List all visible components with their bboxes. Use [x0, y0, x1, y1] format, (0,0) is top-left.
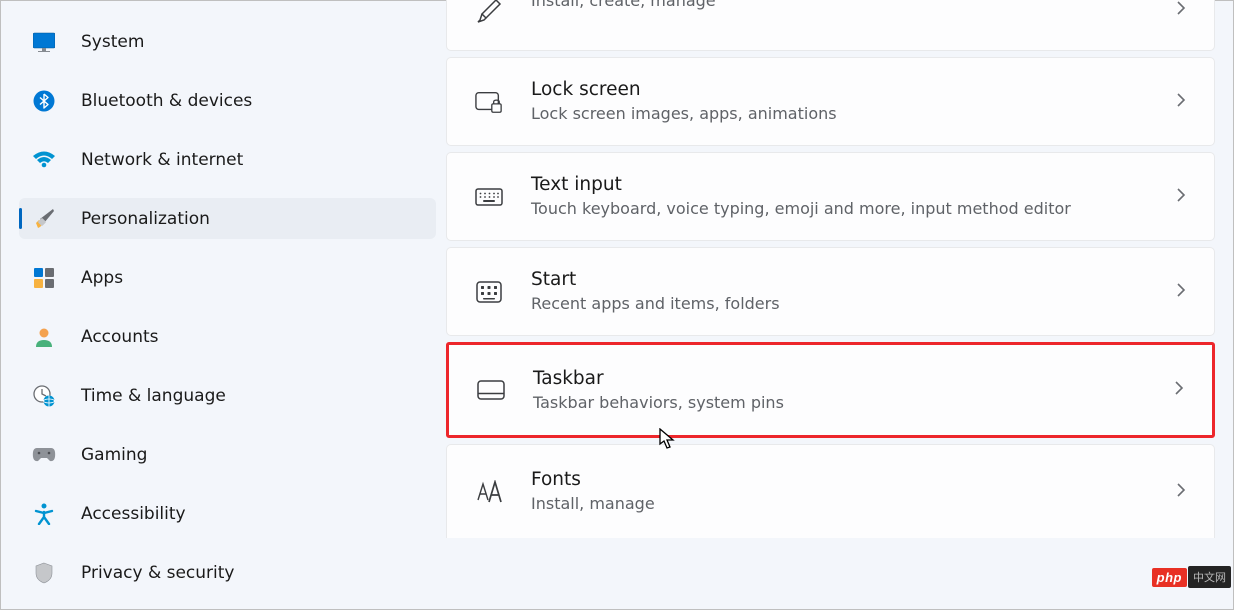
watermark-badge: php 中文网 [1152, 566, 1231, 588]
card-taskbar[interactable]: Taskbar Taskbar behaviors, system pins [446, 342, 1215, 438]
chevron-right-icon [1176, 187, 1186, 207]
sidebar-item-label: Personalization [81, 209, 210, 229]
card-subtitle: Taskbar behaviors, system pins [533, 392, 1174, 414]
gamepad-icon [32, 443, 56, 467]
card-themes[interactable]: Install, create, manage [446, 0, 1215, 51]
card-title: Start [531, 268, 1176, 293]
sidebar-item-label: Time & language [81, 386, 226, 406]
sidebar-item-label: Network & internet [81, 150, 243, 170]
card-title: Lock screen [531, 78, 1176, 103]
paintbrush-icon [32, 207, 56, 231]
card-textinput[interactable]: Text input Touch keyboard, voice typing,… [446, 152, 1215, 241]
card-text: Lock screen Lock screen images, apps, an… [531, 78, 1176, 125]
card-subtitle: Install, create, manage [531, 0, 1176, 12]
card-subtitle: Touch keyboard, voice typing, emoji and … [531, 198, 1176, 220]
fonts-icon [475, 478, 503, 506]
paintbrush-icon [475, 0, 503, 25]
sidebar-item-system[interactable]: System [19, 21, 436, 62]
settings-window: System Bluetooth & devices Network & int… [0, 0, 1234, 610]
sidebar-item-gaming[interactable]: Gaming [19, 434, 436, 475]
sidebar-item-network[interactable]: Network & internet [19, 139, 436, 180]
sidebar-item-time-language[interactable]: Time & language [19, 375, 436, 416]
sidebar-item-privacy[interactable]: Privacy & security [19, 552, 436, 593]
accessibility-icon [32, 502, 56, 526]
sidebar-item-accounts[interactable]: Accounts [19, 316, 436, 357]
system-icon [32, 30, 56, 54]
chevron-right-icon [1176, 482, 1186, 502]
person-icon [32, 325, 56, 349]
bluetooth-icon [32, 89, 56, 113]
card-text: Taskbar Taskbar behaviors, system pins [533, 367, 1174, 414]
card-text: Install, create, manage [531, 0, 1176, 12]
card-subtitle: Install, manage [531, 493, 1176, 515]
sidebar-item-label: Gaming [81, 445, 147, 465]
shield-icon [32, 561, 56, 585]
sidebar-item-personalization[interactable]: Personalization [19, 198, 436, 239]
chevron-right-icon [1176, 282, 1186, 302]
lockscreen-icon [475, 88, 503, 116]
sidebar-item-apps[interactable]: Apps [19, 257, 436, 298]
watermark-cn: 中文网 [1188, 566, 1231, 588]
card-subtitle: Lock screen images, apps, animations [531, 103, 1176, 125]
sidebar-item-label: Bluetooth & devices [81, 91, 252, 111]
card-text: Fonts Install, manage [531, 468, 1176, 515]
sidebar-item-bluetooth[interactable]: Bluetooth & devices [19, 80, 436, 121]
sidebar: System Bluetooth & devices Network & int… [1, 1, 446, 609]
sidebar-item-label: Privacy & security [81, 563, 235, 583]
card-text: Start Recent apps and items, folders [531, 268, 1176, 315]
card-start[interactable]: Start Recent apps and items, folders [446, 247, 1215, 336]
taskbar-icon [477, 376, 505, 404]
chevron-right-icon [1174, 380, 1184, 400]
start-menu-icon [475, 278, 503, 306]
content-area: Install, create, manage Lock screen Lock… [446, 1, 1233, 609]
card-subtitle: Recent apps and items, folders [531, 293, 1176, 315]
card-lockscreen[interactable]: Lock screen Lock screen images, apps, an… [446, 57, 1215, 146]
sidebar-item-label: Accessibility [81, 504, 186, 524]
apps-icon [32, 266, 56, 290]
card-fonts[interactable]: Fonts Install, manage [446, 444, 1215, 538]
sidebar-item-accessibility[interactable]: Accessibility [19, 493, 436, 534]
chevron-right-icon [1176, 92, 1186, 112]
wifi-icon [32, 148, 56, 172]
card-text: Text input Touch keyboard, voice typing,… [531, 173, 1176, 220]
card-title: Text input [531, 173, 1176, 198]
sidebar-item-label: System [81, 32, 144, 52]
chevron-right-icon [1176, 0, 1186, 20]
clock-globe-icon [32, 384, 56, 408]
keyboard-icon [475, 183, 503, 211]
card-title: Taskbar [533, 367, 1174, 392]
watermark-php: php [1152, 568, 1187, 587]
sidebar-item-label: Apps [81, 268, 123, 288]
card-title: Fonts [531, 468, 1176, 493]
sidebar-item-label: Accounts [81, 327, 159, 347]
